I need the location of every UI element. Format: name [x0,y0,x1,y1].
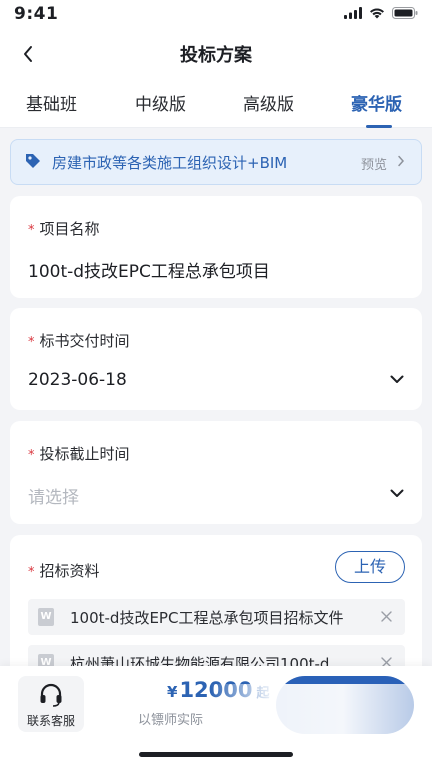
required-mark: * [28,223,35,238]
project-name-label: * 项目名称 [28,218,100,239]
headset-icon [40,683,62,707]
bid-deadline-label: * 投标截止时间 [28,443,130,464]
signal-icon [344,7,362,19]
price-note: 以镖师实际 [138,713,204,728]
price-display: ¥12000 起 [167,678,270,702]
required-mark: * [28,335,35,350]
contact-service-label: 联系客服 [26,714,75,728]
battery-icon [392,7,418,19]
page-title: 投标方案 [180,45,252,66]
wifi-icon [370,8,384,19]
home-indicator [139,752,293,757]
project-name-card: * 项目名称 100t-d技改EPC工程总承包项目 [10,196,422,298]
chevron-right-icon [398,155,405,167]
plan-banner[interactable]: 房建市政等各类施工组织设计+BIM 预览 [10,139,422,185]
file-item[interactable]: W 100t-d技改EPC工程总承包项目招标文件 [28,599,405,635]
tender-docs-label: * 招标资料 [28,560,100,581]
status-icons [344,7,418,19]
tab-basic[interactable]: 基础班 [26,90,77,115]
active-tab-indicator [366,125,392,128]
plan-tabs: 基础班 中级版 高级版 豪华版 [0,76,432,128]
delivery-time-card[interactable]: * 标书交付时间 2023-06-18 [10,308,422,410]
bottom-action-bar: 联系客服 ¥12000 起 以镖师实际 [0,666,432,768]
banner-text: 房建市政等各类施工组织设计+BIM [52,154,288,172]
delivery-time-label: * 标书交付时间 [28,330,130,351]
upload-button[interactable]: 上传 [335,551,405,583]
close-icon[interactable] [380,610,393,623]
price-value: 12000 [179,678,253,702]
chevron-down-icon[interactable] [390,375,404,384]
required-mark: * [28,448,35,463]
bid-deadline-select[interactable]: 请选择 [28,483,79,508]
bid-deadline-label-text: 投标截止时间 [39,445,130,463]
tender-docs-card: * 招标资料 上传 W 100t-d技改EPC工程总承包项目招标文件 W 杭州萧山… [10,535,422,685]
delivery-time-value[interactable]: 2023-06-18 [28,370,127,390]
tab-deluxe[interactable]: 豪华版 [351,90,402,115]
submit-button[interactable] [276,676,414,734]
price-unit: 起 [256,686,270,701]
contact-service-button[interactable]: 联系客服 [18,676,84,732]
chevron-down-icon[interactable] [390,489,404,498]
tender-docs-label-text: 招标资料 [39,562,100,580]
project-name-field[interactable]: 100t-d技改EPC工程总承包项目 [28,257,270,282]
word-file-icon: W [38,608,54,626]
file-name: 100t-d技改EPC工程总承包项目招标文件 [70,609,344,627]
tab-advanced[interactable]: 高级版 [243,90,294,115]
preview-link[interactable]: 预览 [361,154,387,173]
bid-deadline-card[interactable]: * 投标截止时间 请选择 [10,421,422,524]
project-name-label-text: 项目名称 [39,220,100,238]
tag-icon [26,154,40,168]
delivery-time-label-text: 标书交付时间 [39,332,130,350]
price-symbol: ¥ [167,683,178,701]
required-mark: * [28,565,35,580]
tab-intermediate[interactable]: 中级版 [135,90,186,115]
status-bar: 9:41 [0,0,432,30]
nav-bar: 投标方案 [0,30,432,76]
status-time: 9:41 [14,4,59,24]
